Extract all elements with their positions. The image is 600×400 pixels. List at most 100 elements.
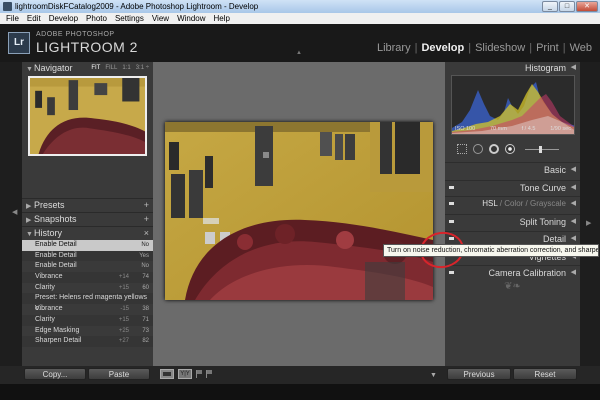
panel-switch-icon[interactable] bbox=[449, 202, 454, 205]
zoom-fill[interactable]: FILL bbox=[105, 62, 117, 74]
history-step-label: Edge Masking bbox=[35, 326, 80, 334]
add-preset-icon[interactable]: + bbox=[144, 199, 149, 211]
menu-settings[interactable]: Settings bbox=[115, 13, 144, 24]
shutter-speed: 1/90 sec bbox=[550, 126, 571, 132]
spot-removal-icon[interactable] bbox=[473, 144, 483, 154]
split-toning-title: Split Toning bbox=[519, 217, 566, 227]
expand-right-icon[interactable]: ▶ bbox=[586, 219, 591, 227]
module-web[interactable]: Web bbox=[570, 42, 592, 54]
history-step-label: Sharpen Detail bbox=[35, 337, 82, 345]
menu-window[interactable]: Window bbox=[177, 13, 205, 24]
zoom-1-1[interactable]: 1:1 bbox=[122, 62, 130, 74]
history-row[interactable]: Sharpen Detail +27 82 bbox=[22, 336, 153, 347]
clear-history-icon[interactable]: × bbox=[144, 227, 149, 239]
exif-info: ISO 100 70 mm f / 4.5 1/90 sec bbox=[452, 125, 574, 134]
image-canvas[interactable] bbox=[153, 62, 445, 366]
expand-left-icon[interactable]: ◀ bbox=[12, 208, 17, 216]
navigator-title: Navigator bbox=[34, 63, 73, 73]
histogram-display[interactable]: ISO 100 70 mm f / 4.5 1/90 sec bbox=[451, 75, 575, 135]
menu-develop[interactable]: Develop bbox=[49, 13, 78, 24]
module-library[interactable]: Library bbox=[377, 42, 411, 54]
history-row[interactable]: Clarity +15 60 bbox=[22, 283, 153, 294]
tone-curve-section[interactable]: Tone Curve ◀ bbox=[445, 180, 580, 194]
flag-icon[interactable] bbox=[196, 370, 202, 378]
main-photo[interactable] bbox=[165, 122, 433, 300]
history-step-delta: +15 bbox=[118, 316, 129, 323]
history-row[interactable]: Preset: Helens red magenta yellows o... bbox=[22, 293, 153, 312]
histogram-header[interactable]: Histogram ◀ bbox=[445, 62, 580, 74]
history-row[interactable]: Vibrance -15 38 bbox=[22, 304, 153, 315]
navigator-header[interactable]: ▼Navigator FIT FILL 1:1 3:1 ÷ bbox=[22, 62, 153, 74]
history-row[interactable]: Clarity +15 71 bbox=[22, 314, 153, 326]
expand-triangle-icon: ◀ bbox=[570, 269, 576, 276]
left-panel-edge[interactable]: ◀ bbox=[0, 62, 22, 366]
history-header[interactable]: ▼History × bbox=[22, 226, 153, 240]
minimize-button[interactable]: _ bbox=[542, 1, 558, 12]
brand-top-text: ADOBE PHOTOSHOP bbox=[36, 31, 115, 38]
reject-flag-icon[interactable] bbox=[206, 370, 212, 378]
red-eye-icon[interactable] bbox=[489, 144, 499, 154]
graduated-filter-icon[interactable] bbox=[505, 144, 515, 154]
color-tab[interactable]: Color bbox=[504, 199, 523, 208]
history-step-label: Clarity bbox=[35, 283, 55, 291]
zoom-fit[interactable]: FIT bbox=[91, 62, 100, 74]
adjustment-brush-slider[interactable] bbox=[525, 145, 559, 153]
snapshots-header[interactable]: ▶ Snapshots + bbox=[22, 212, 153, 226]
window-controls: _ □ ✕ bbox=[542, 1, 598, 12]
add-snapshot-icon[interactable]: + bbox=[144, 213, 149, 225]
module-picker: Library | Develop | Slideshow | Print | … bbox=[377, 42, 592, 54]
previous-button[interactable]: Previous bbox=[447, 368, 511, 380]
history-row[interactable]: Enable Detail No bbox=[22, 261, 153, 272]
zoom-3-1[interactable]: 3:1 ÷ bbox=[136, 62, 149, 74]
menu-edit[interactable]: Edit bbox=[27, 13, 41, 24]
basic-section[interactable]: Basic ◀ bbox=[445, 162, 580, 176]
tone-curve-title: Tone Curve bbox=[519, 183, 566, 193]
menu-view[interactable]: View bbox=[152, 13, 169, 24]
panel-switch-icon[interactable] bbox=[449, 271, 454, 274]
before-after-view-icon[interactable]: Y|Y bbox=[178, 369, 192, 379]
split-toning-section[interactable]: Split Toning ◀ bbox=[445, 214, 580, 228]
close-button[interactable]: ✕ bbox=[576, 1, 598, 12]
loupe-view-icon[interactable] bbox=[160, 369, 174, 379]
history-step-label: Enable Detail bbox=[35, 251, 77, 259]
module-develop[interactable]: Develop bbox=[421, 42, 464, 54]
module-print[interactable]: Print bbox=[536, 42, 559, 54]
menu-file[interactable]: File bbox=[6, 13, 19, 24]
detail-switch-tooltip: Turn on noise reduction, chromatic aberr… bbox=[383, 244, 599, 257]
history-step-delta: +15 bbox=[118, 284, 129, 291]
tool-strip bbox=[451, 142, 575, 156]
panel-switch-icon[interactable] bbox=[449, 220, 454, 223]
hsl-section[interactable]: HSL / Color / Grayscale ◀ bbox=[445, 196, 580, 210]
history-row[interactable]: Enable Detail Yes bbox=[22, 250, 153, 262]
panel-switch-icon[interactable] bbox=[449, 186, 454, 189]
history-step-value: 74 bbox=[142, 274, 149, 281]
camera-calibration-title: Camera Calibration bbox=[488, 268, 566, 278]
module-slideshow[interactable]: Slideshow bbox=[475, 42, 525, 54]
menu-photo[interactable]: Photo bbox=[86, 13, 107, 24]
camera-calibration-section[interactable]: Camera Calibration ◀ bbox=[445, 265, 580, 279]
detail-title: Detail bbox=[542, 234, 566, 244]
crop-tool-icon[interactable] bbox=[457, 144, 467, 154]
reset-button[interactable]: Reset bbox=[513, 368, 577, 380]
history-step-delta: +25 bbox=[118, 327, 129, 334]
navigator-thumbnail[interactable] bbox=[28, 76, 147, 156]
history-step-delta: -15 bbox=[120, 306, 129, 313]
menu-help[interactable]: Help bbox=[214, 13, 230, 24]
history-step-value: 38 bbox=[142, 306, 149, 313]
grayscale-tab[interactable]: Grayscale bbox=[530, 199, 566, 208]
identity-plate: Lr ADOBE PHOTOSHOP LIGHTROOM 2 ▲ Library… bbox=[0, 24, 600, 62]
iso-value: ISO 100 bbox=[455, 126, 476, 132]
maximize-button[interactable]: □ bbox=[559, 1, 575, 12]
collapse-top-panel-icon[interactable]: ▲ bbox=[296, 50, 302, 56]
right-panel-edge[interactable]: ▶ bbox=[580, 62, 600, 366]
presets-header[interactable]: ▶ Presets + bbox=[22, 198, 153, 212]
history-row[interactable]: Vibrance +14 74 bbox=[22, 272, 153, 283]
paste-button[interactable]: Paste bbox=[88, 368, 150, 380]
toolbar-menu-icon[interactable]: ▼ bbox=[430, 372, 437, 379]
hsl-tab[interactable]: HSL bbox=[482, 199, 497, 208]
history-row[interactable]: Edge Masking +25 73 bbox=[22, 326, 153, 337]
detail-section[interactable]: Detail ◀ bbox=[445, 231, 580, 245]
history-row[interactable]: Enable Detail No bbox=[22, 240, 153, 251]
copy-button[interactable]: Copy... bbox=[24, 368, 86, 380]
histogram-title: Histogram bbox=[524, 63, 566, 73]
